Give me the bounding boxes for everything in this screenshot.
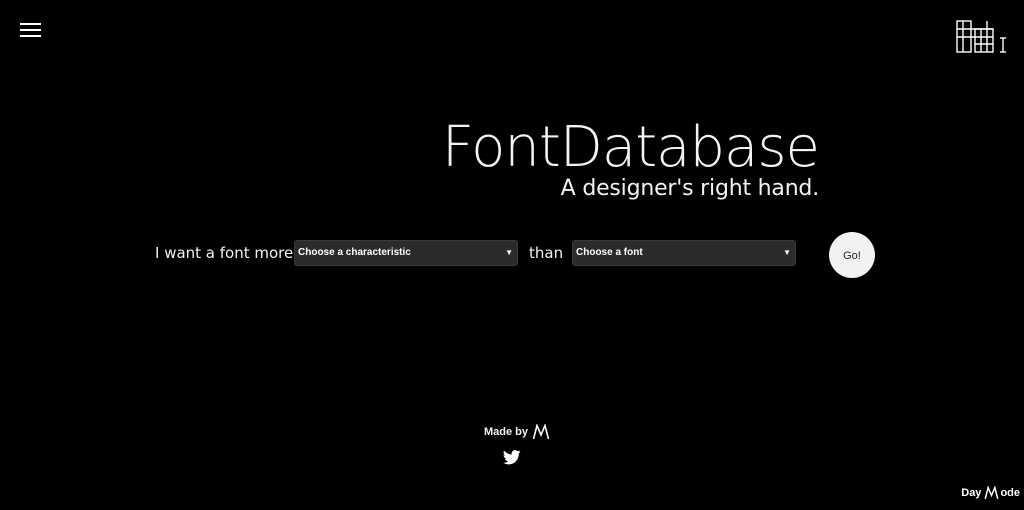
font-select-value: Choose a font <box>576 247 643 258</box>
twitter-bird-icon[interactable] <box>503 450 521 465</box>
dropdown-arrow-icon: ▼ <box>505 248 513 257</box>
page: FontDatabase A designer's right hand. I … <box>0 0 1024 510</box>
font-database-logo-icon[interactable] <box>955 20 1011 54</box>
m-logo-icon[interactable] <box>532 424 550 440</box>
hamburger-line <box>20 29 41 31</box>
day-mode-toggle[interactable]: Day ode <box>961 486 1020 500</box>
day-mode-prefix: Day <box>961 487 982 499</box>
dropdown-arrow-icon: ▼ <box>783 248 791 257</box>
characteristic-select[interactable]: Choose a characteristic ▼ <box>294 240 518 266</box>
hamburger-line <box>20 35 41 37</box>
font-select[interactable]: Choose a font ▼ <box>572 240 796 266</box>
font-query-form: I want a font more Choose a characterist… <box>0 232 1024 280</box>
query-prefix-label: I want a font more <box>155 244 294 262</box>
m-logo-icon <box>984 486 999 500</box>
characteristic-select-value: Choose a characteristic <box>298 247 411 258</box>
site-title: FontDatabase <box>441 115 820 180</box>
hamburger-line <box>20 23 41 25</box>
made-by-label: Made by <box>483 426 528 438</box>
hamburger-menu-icon[interactable] <box>20 22 41 38</box>
footer: Made by <box>0 420 1024 465</box>
made-by: Made by <box>484 424 550 440</box>
go-button[interactable]: Go! <box>829 232 875 278</box>
day-mode-suffix: ode <box>1000 487 1020 499</box>
query-connector-label: than <box>529 244 564 262</box>
hero: FontDatabase A designer's right hand. <box>441 112 820 202</box>
